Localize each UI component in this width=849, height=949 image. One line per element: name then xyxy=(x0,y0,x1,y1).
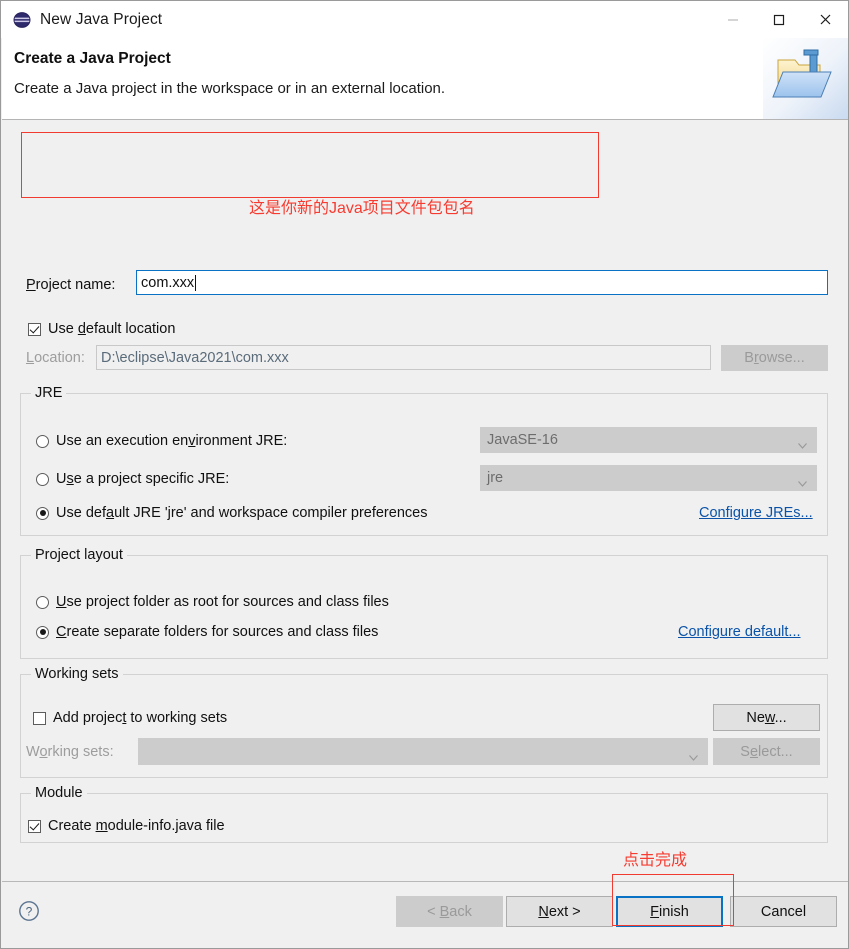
jre-project-specific-label: Use a project specific JRE: xyxy=(56,471,230,487)
add-to-working-sets-checkbox[interactable] xyxy=(33,711,46,725)
jre-exec-env-label: Use an execution environment JRE: xyxy=(56,433,288,449)
finish-label: Finish xyxy=(650,903,689,920)
create-module-info-row[interactable]: Create module-info.java file xyxy=(28,818,225,834)
working-sets-combo xyxy=(138,738,708,765)
add-to-working-sets-row[interactable]: Add project to working sets xyxy=(33,710,227,726)
layout-root-radio[interactable] xyxy=(36,595,49,609)
browse-button: Browse... xyxy=(721,345,828,371)
jre-group-title: JRE xyxy=(31,385,67,401)
jre-project-specific-row[interactable]: Use a project specific JRE: xyxy=(36,471,229,487)
jre-project-specific-value: jre xyxy=(487,470,504,486)
select-working-set-label: Select... xyxy=(740,743,793,760)
create-module-info-label: Create module-info.java file xyxy=(48,818,225,834)
add-to-working-sets-label: Add project to working sets xyxy=(53,710,228,726)
wizard-body: Project name: com.xxx Use default locati… xyxy=(2,121,848,881)
back-button: < Back xyxy=(396,896,503,927)
next-label: Next > xyxy=(538,903,581,920)
layout-root-label: Use project folder as root for sources a… xyxy=(56,594,389,610)
jre-exec-env-row[interactable]: Use an execution environment JRE: xyxy=(36,433,287,449)
project-name-label: Project name: xyxy=(26,277,116,293)
use-default-location-checkbox[interactable] xyxy=(28,322,41,336)
new-working-set-label: New... xyxy=(746,709,787,726)
layout-separate-label: Create separate folders for sources and … xyxy=(56,624,379,640)
jre-exec-env-value: JavaSE-16 xyxy=(487,432,558,448)
project-name-value: com.xxx xyxy=(141,274,195,291)
close-button[interactable] xyxy=(802,1,848,38)
maximize-button[interactable] xyxy=(756,1,802,38)
chevron-down-icon xyxy=(798,437,807,449)
jre-exec-env-radio[interactable] xyxy=(36,434,49,448)
cancel-button[interactable]: Cancel xyxy=(730,896,837,927)
next-button[interactable]: Next > xyxy=(506,896,613,927)
select-working-set-button: Select... xyxy=(713,738,820,765)
project-name-annotation-text: 这是你新的Java项目文件包包名 xyxy=(249,200,475,217)
project-name-input[interactable]: com.xxx xyxy=(136,270,828,295)
jre-exec-env-combo: JavaSE-16 xyxy=(480,427,817,453)
minimize-button[interactable] xyxy=(710,1,756,38)
title-bar: New Java Project xyxy=(1,1,848,38)
project-layout-group-title: Project layout xyxy=(31,547,127,563)
working-sets-label: Working sets: xyxy=(26,744,114,760)
browse-label: Browse... xyxy=(744,350,805,366)
location-input: D:\eclipse\Java2021\com.xxx xyxy=(96,345,711,370)
layout-root-row[interactable]: Use project folder as root for sources a… xyxy=(36,594,389,610)
wizard-header: Create a Java Project Create a Java proj… xyxy=(2,38,848,120)
configure-jres-link[interactable]: Configure JREs... xyxy=(699,505,813,521)
java-project-folder-icon xyxy=(763,38,848,119)
eclipse-sphere-icon xyxy=(13,11,31,29)
location-label: Location: xyxy=(26,350,85,366)
svg-text:?: ? xyxy=(26,905,33,919)
layout-separate-row[interactable]: Create separate folders for sources and … xyxy=(36,624,378,640)
page-title: Create a Java Project xyxy=(14,50,171,67)
finish-annotation-text: 点击完成 xyxy=(623,852,688,869)
chevron-down-icon xyxy=(689,749,698,761)
layout-separate-radio[interactable] xyxy=(36,625,49,639)
dialog-footer: ? < Back Next > Finish Cancel xyxy=(2,881,848,948)
create-module-info-checkbox[interactable] xyxy=(28,819,41,833)
text-caret xyxy=(195,274,197,291)
cancel-label: Cancel xyxy=(760,903,807,920)
new-java-project-dialog: New Java Project Create a Java Project C… xyxy=(0,0,849,949)
back-label: < Back xyxy=(427,903,472,920)
location-value: D:\eclipse\Java2021\com.xxx xyxy=(101,349,289,366)
window-controls xyxy=(710,1,848,38)
finish-button[interactable]: Finish xyxy=(616,896,723,927)
page-subtitle: Create a Java project in the workspace o… xyxy=(14,80,446,97)
jre-project-specific-combo: jre xyxy=(480,465,817,491)
module-group-title: Module xyxy=(31,785,87,801)
chevron-down-icon xyxy=(798,475,807,487)
jre-default-label: Use default JRE 'jre' and workspace comp… xyxy=(56,505,428,521)
jre-project-specific-radio[interactable] xyxy=(36,472,49,486)
help-question-icon[interactable]: ? xyxy=(18,900,40,922)
use-default-location-label: Use default location xyxy=(48,321,176,337)
jre-default-row[interactable]: Use default JRE 'jre' and workspace comp… xyxy=(36,505,427,521)
new-working-set-button[interactable]: New... xyxy=(713,704,820,731)
use-default-location-row[interactable]: Use default location xyxy=(28,321,175,337)
window-title: New Java Project xyxy=(40,10,163,28)
configure-default-link[interactable]: Configure default... xyxy=(678,624,801,640)
working-sets-group-title: Working sets xyxy=(31,666,123,682)
jre-default-radio[interactable] xyxy=(36,506,49,520)
